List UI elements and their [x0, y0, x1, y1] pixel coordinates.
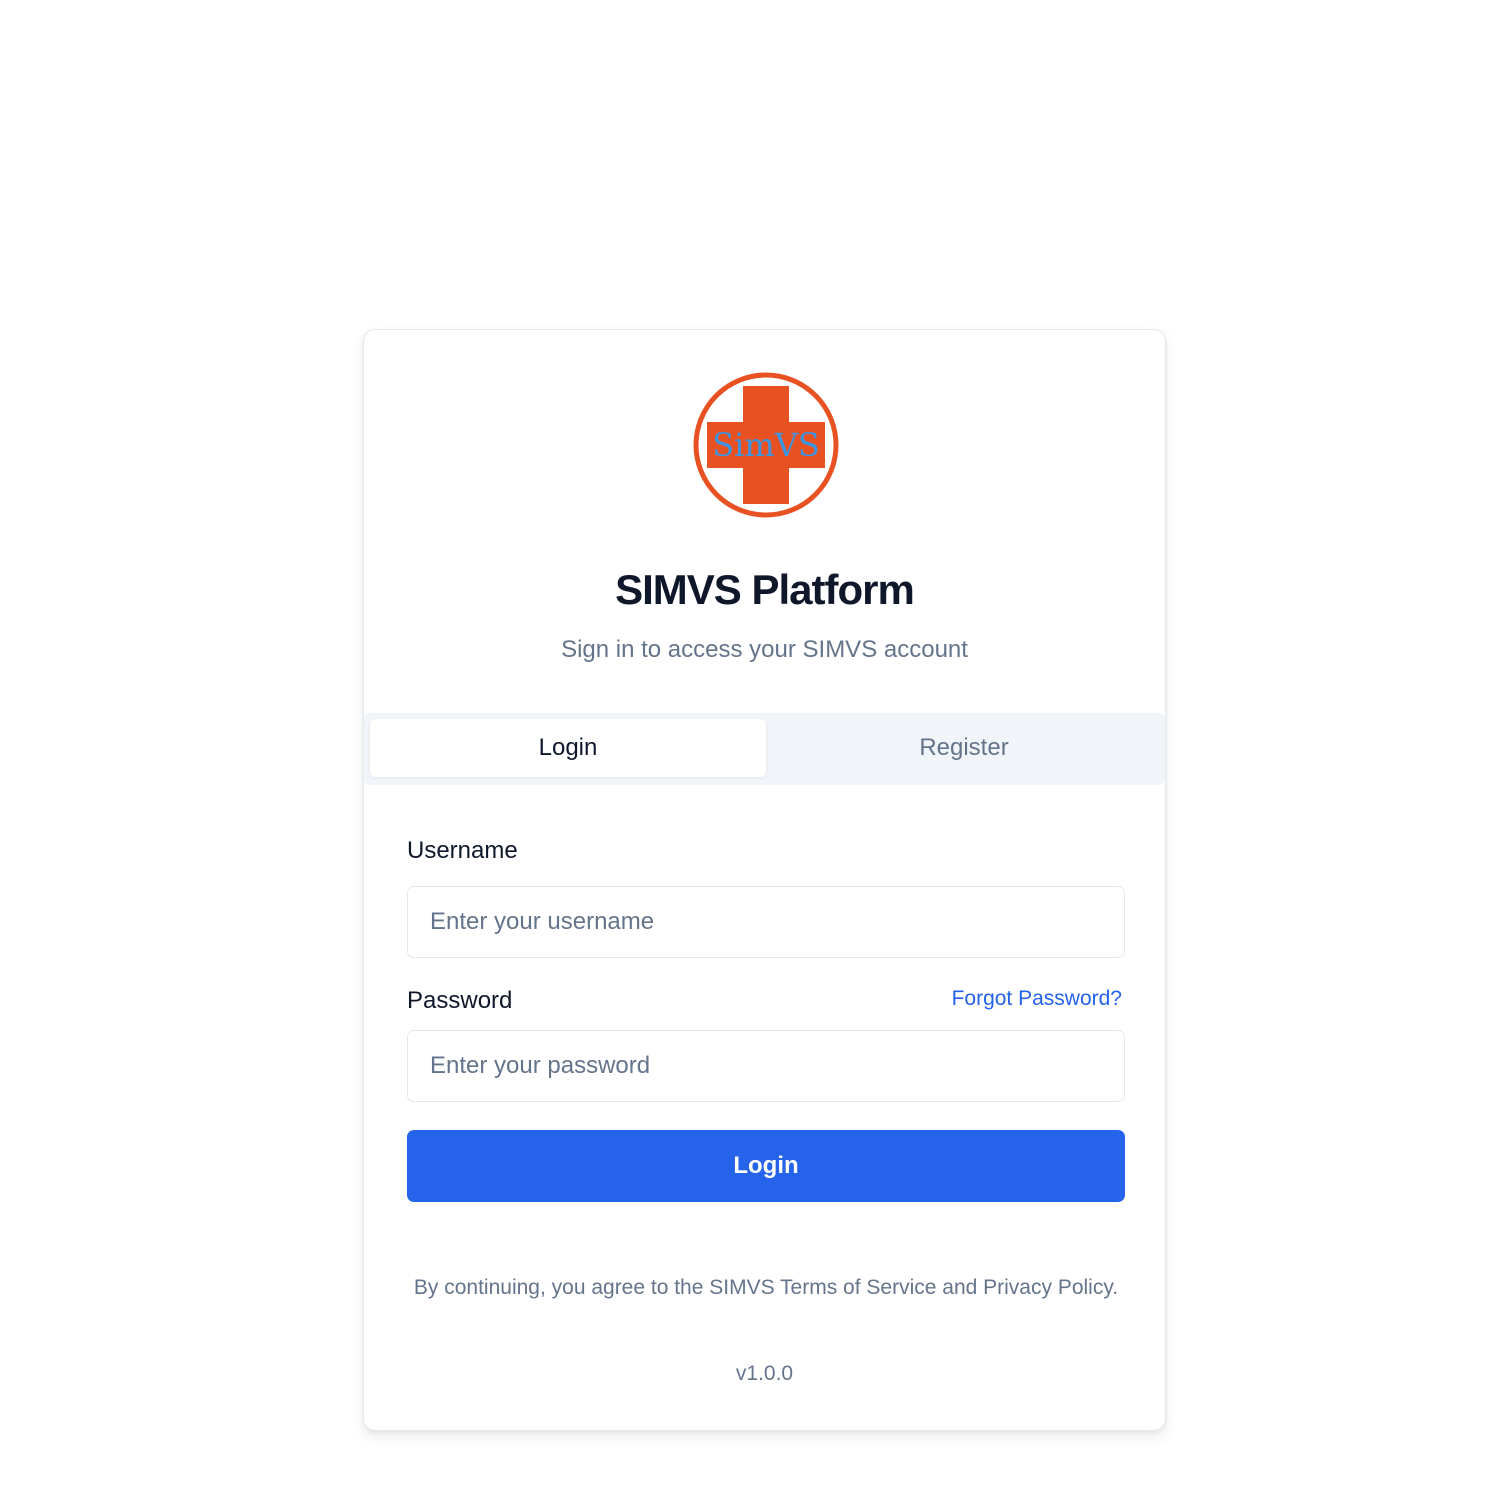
- simvs-logo: SimVS: [693, 372, 839, 518]
- login-button[interactable]: Login: [407, 1130, 1125, 1202]
- password-label: Password: [407, 987, 513, 1014]
- forgot-password-link[interactable]: Forgot Password?: [952, 987, 1122, 1011]
- username-input[interactable]: [407, 886, 1125, 958]
- tab-register[interactable]: Register: [766, 719, 1162, 777]
- logo-text: SimVS: [712, 426, 820, 464]
- page-subtitle: Sign in to access your SIMVS account: [561, 636, 968, 663]
- version-label: v1.0.0: [735, 1362, 794, 1385]
- page-title: SIMVS Platform: [615, 566, 915, 613]
- login-card: SimVS SIMVS Platform Sign in to access y…: [363, 329, 1166, 1431]
- password-input[interactable]: [407, 1030, 1125, 1102]
- terms-text: By continuing, you agree to the SIMVS Te…: [413, 1276, 1119, 1299]
- username-label: Username: [407, 837, 518, 864]
- tab-login[interactable]: Login: [370, 719, 766, 777]
- auth-tabs: Login Register: [364, 713, 1165, 785]
